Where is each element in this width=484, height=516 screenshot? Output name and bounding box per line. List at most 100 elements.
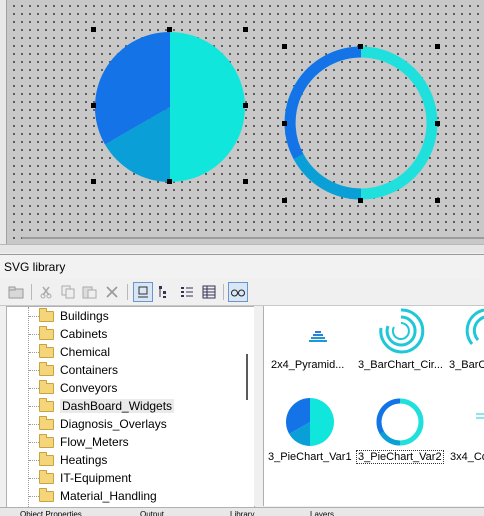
donut-arc-blue [284,46,362,160]
tree-item-chemical[interactable]: Chemical [39,343,110,361]
copy-icon[interactable] [58,282,78,302]
large-icons-view-icon[interactable] [133,282,153,302]
tree-item-conveyors[interactable]: Conveyors [39,379,117,397]
tree-item-dashboard-widgets[interactable]: DashBoard_Widgets [39,397,175,415]
tree-connector [29,460,39,461]
selection-handle[interactable] [435,198,440,203]
selection-handle[interactable] [282,198,287,203]
thumbnail-pie-var1[interactable] [286,398,334,446]
thumbnail-label[interactable]: 3_BarC [449,359,484,371]
tree-item-label: Containers [60,363,119,377]
tab-output[interactable]: Output [140,510,164,516]
tree-connector [29,496,39,497]
tree-scroll-thumb[interactable] [246,354,248,400]
tree-item-cabinets[interactable]: Cabinets [39,325,107,343]
thumbnail-pyramid[interactable] [308,330,328,344]
toolbar-separator [223,284,224,300]
selection-handle[interactable] [282,44,287,49]
library-panel-header: SVG library [0,254,484,280]
tree-item-material-handling[interactable]: Material_Handling [39,487,157,505]
tree-item-label: IT-Equipment [60,471,132,485]
thumbnail-pie-var2[interactable] [376,398,424,446]
thumbnail-label-selected[interactable]: 3_PieChart_Var2 [356,450,444,464]
thumbnail-label[interactable]: 3x4_Co [450,451,484,463]
thumbnail-label[interactable]: 3_PieChart_Var1 [268,451,352,463]
pie-chart-object[interactable] [94,31,246,183]
toolbar-separator [127,284,128,300]
tree-item-label: Chemical [60,345,111,359]
selection-handle[interactable] [243,179,248,184]
selection-handle[interactable] [91,103,96,108]
tree-item-label: Buildings [60,309,109,323]
folder-icon [39,361,54,376]
library-folder-tree[interactable]: Buildings Cabinets Chemical Containers Conve… [6,306,255,508]
thumbnail-circular-bar-2[interactable] [464,306,484,354]
selection-handle[interactable] [358,198,363,203]
selection-handle[interactable] [167,27,172,32]
donut-arc-teal [293,153,362,200]
tab-library[interactable]: Library [230,510,254,516]
canvas-bottom-bar [0,244,484,253]
selection-handle[interactable] [91,27,96,32]
folder-up-icon[interactable] [6,282,26,302]
canvas-horizontal-scrollbar[interactable] [22,237,484,239]
tree-item-buildings[interactable]: Buildings [39,307,109,325]
tree-item-heatings[interactable]: Heatings [39,451,107,469]
tree-item-it-equipment[interactable]: IT-Equipment [39,469,131,487]
pie-slice-cyan [170,32,245,182]
list-view-icon[interactable] [177,282,197,302]
folder-icon [39,487,54,502]
tree-connector [28,307,30,507]
tree-item-label: Heatings [60,453,108,467]
folder-icon [39,469,54,484]
thumbnail-3x4[interactable] [474,412,484,422]
tree-connector [29,316,39,317]
selection-handle[interactable] [282,121,287,126]
tree-connector [29,424,39,425]
preview-icon[interactable] [228,282,248,302]
tree-item-label: Conveyors [60,381,118,395]
selection-handle[interactable] [91,179,96,184]
delete-icon[interactable] [102,282,122,302]
tree-item-diagnosis-overlays[interactable]: Diagnosis_Overlays [39,415,167,433]
folder-icon [39,379,54,394]
tab-layers[interactable]: Layers [310,510,334,516]
selection-handle[interactable] [243,103,248,108]
selection-handle[interactable] [358,44,363,49]
tab-object-properties[interactable]: Object Properties [20,510,82,516]
tree-item-flow-meters[interactable]: Flow_Meters [39,433,129,451]
details-view-icon[interactable] [199,282,219,302]
library-thumbnail-view[interactable]: 2x4_Pyramid... 3_BarChart_Cir... 3_BarC … [263,306,484,506]
folder-icon [39,415,54,430]
tree-item-containers[interactable]: Containers [39,361,118,379]
tree-item-label: Material_Handling [60,489,157,503]
tree-connector [29,388,39,389]
tree-item-label: Diagnosis_Overlays [60,417,167,431]
cut-icon[interactable] [36,282,56,302]
folder-icon [39,433,54,448]
canvas-left-ruler [0,0,7,252]
drawing-canvas[interactable] [0,0,484,253]
tree-connector [29,334,39,335]
tree-view-icon[interactable] [155,282,175,302]
donut-chart-object[interactable] [283,45,439,201]
selection-handle[interactable] [167,179,172,184]
folder-icon [39,451,54,466]
thumbnail-label[interactable]: 2x4_Pyramid... [271,359,344,371]
library-title: SVG library [4,260,66,274]
folder-icon [39,325,54,340]
selection-handle[interactable] [435,121,440,126]
panel-splitter[interactable] [254,306,262,506]
toolbar-separator [31,284,32,300]
selection-handle[interactable] [435,44,440,49]
tree-item-label: Cabinets [60,327,108,341]
folder-icon [39,397,54,412]
thumbnail-circular-bar[interactable] [376,306,426,354]
thumbnail-label[interactable]: 3_BarChart_Cir... [358,359,443,371]
tree-vertical-scrollbar[interactable] [241,306,253,506]
paste-icon[interactable] [80,282,100,302]
tree-connector [29,442,39,443]
library-toolbar [0,279,484,306]
folder-icon [39,343,54,358]
selection-handle[interactable] [243,27,248,32]
